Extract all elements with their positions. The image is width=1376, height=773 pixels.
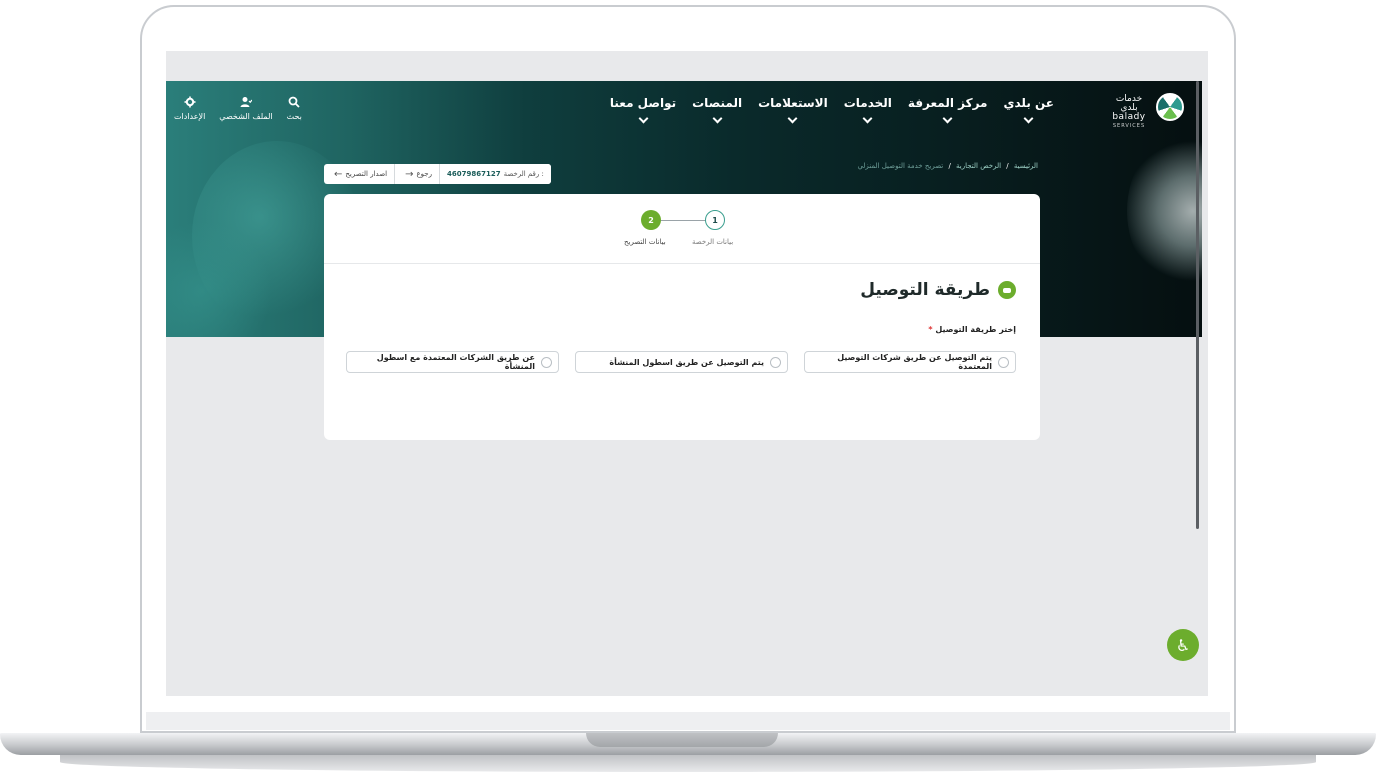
field-label-text: إختر طريقة التوصيل xyxy=(935,325,1016,334)
delivery-icon xyxy=(998,281,1016,299)
option-companies-with-fleet[interactable]: عن طريق الشركات المعتمدة مع اسطول المنشأ… xyxy=(346,351,559,373)
laptop-bezel-bottom xyxy=(146,712,1230,730)
menu-item-services[interactable]: الخدمات xyxy=(843,96,892,124)
balady-logo-text[interactable]: خدمات بلدي balady SERVICES xyxy=(1108,95,1150,131)
breadcrumb-separator: / xyxy=(1006,162,1009,170)
palm-decoration-right xyxy=(1127,136,1202,286)
issue-permit-label: اصدار التصريح xyxy=(345,170,388,178)
action-bar: ← اصدار التصريح → رجوع 46079867127 رقم ا… xyxy=(324,164,551,184)
menu-item-platforms[interactable]: المنصات xyxy=(692,96,743,124)
breadcrumb-current: تصريح خدمة التوصيل المنزلي xyxy=(857,162,944,170)
radio-button[interactable] xyxy=(541,356,552,368)
section-header: طريقة التوصيل xyxy=(860,280,1016,300)
screen: خدمات بلدي balady SERVICES عن بلدي مركز … xyxy=(166,51,1208,696)
settings-label: الإعدادات xyxy=(174,112,206,121)
section-title: طريقة التوصيل xyxy=(860,280,990,300)
step-2-indicator[interactable]: 2 xyxy=(641,210,661,230)
menu-label: الخدمات xyxy=(843,96,892,110)
laptop-notch xyxy=(586,733,778,747)
option-label: عن طريق الشركات المعتمدة مع اسطول المنشأ… xyxy=(376,353,535,371)
step-number: 2 xyxy=(648,215,654,225)
logo-services: SERVICES xyxy=(1112,123,1146,129)
profile-button[interactable]: الملف الشخصي xyxy=(219,96,273,121)
breadcrumb-home[interactable]: الرئيسية xyxy=(1014,162,1038,170)
arrow-right-icon: → xyxy=(405,168,414,180)
logo-arabic: خدمات بلدي xyxy=(1115,94,1143,113)
search-icon xyxy=(288,96,300,108)
search-button[interactable]: بحث xyxy=(287,96,302,121)
step-1-label: بيانات الرخصة xyxy=(692,238,734,246)
breadcrumb-commercial-licenses[interactable]: الرخص التجارية xyxy=(956,162,1001,170)
license-number-value: 46079867127 xyxy=(447,170,501,178)
back-button[interactable]: → رجوع xyxy=(394,164,439,184)
user-icon xyxy=(240,97,252,107)
search-label: بحث xyxy=(286,112,302,121)
menu-item-inquiries[interactable]: الاستعلامات xyxy=(758,96,828,124)
option-approved-delivery-companies[interactable]: يتم التوصيل عن طريق شركات التوصيل المعتم… xyxy=(804,351,1016,373)
arrow-left-icon: ← xyxy=(334,168,343,180)
form-card: 1 2 بيانات الرخصة بيانات التصريح طريقة ا… xyxy=(324,194,1040,440)
delivery-method-label: إختر طريقة التوصيل * xyxy=(928,325,1016,334)
main-menu: عن بلدي مركز المعرفة الخدمات الاستعلامات… xyxy=(609,96,1054,124)
chevron-down-icon xyxy=(942,113,953,124)
menu-label: الاستعلامات xyxy=(758,96,828,110)
menu-label: عن بلدي xyxy=(1003,96,1054,110)
settings-button[interactable]: الإعدادات xyxy=(174,96,205,121)
header-tools: الإعدادات الملف الشخصي بحث xyxy=(174,96,302,121)
menu-item-about[interactable]: عن بلدي xyxy=(1003,96,1054,124)
option-establishment-fleet[interactable]: يتم التوصيل عن طريق اسطول المنشأة xyxy=(575,351,788,373)
radio-button[interactable] xyxy=(770,356,781,368)
logo-english: balady xyxy=(1112,112,1146,122)
step-1-indicator[interactable]: 1 xyxy=(705,210,725,230)
issue-permit-button[interactable]: ← اصدار التصريح xyxy=(324,164,394,184)
balady-logo-icon[interactable] xyxy=(1156,93,1184,121)
browser-viewport: خدمات بلدي balady SERVICES عن بلدي مركز … xyxy=(166,81,1202,668)
top-navigation: خدمات بلدي balady SERVICES عن بلدي مركز … xyxy=(166,81,1202,137)
chevron-down-icon xyxy=(787,113,798,124)
accessibility-button[interactable]: ♿ xyxy=(1167,629,1199,661)
license-number-badge: 46079867127 رقم الرخصة : xyxy=(439,164,551,184)
license-number-label: رقم الرخصة : xyxy=(503,170,544,178)
chevron-down-icon xyxy=(638,113,648,124)
profile-label: الملف الشخصي xyxy=(219,112,273,121)
gear-icon xyxy=(184,96,196,108)
radio-button[interactable] xyxy=(998,356,1009,368)
menu-label: تواصل معنا xyxy=(609,96,677,110)
laptop-shadow xyxy=(60,752,1316,772)
chevron-down-icon xyxy=(862,113,873,124)
stepper: 1 2 بيانات الرخصة بيانات التصريح xyxy=(324,210,1040,270)
chevron-down-icon xyxy=(712,113,723,124)
page-scrollbar[interactable] xyxy=(1196,81,1199,529)
menu-item-knowledge-center[interactable]: مركز المعرفة xyxy=(907,96,988,124)
delivery-method-options: يتم التوصيل عن طريق شركات التوصيل المعتم… xyxy=(346,351,1016,373)
accessibility-icon: ♿ xyxy=(1175,635,1191,655)
card-divider xyxy=(324,263,1040,264)
menu-label: مركز المعرفة xyxy=(907,96,988,110)
step-2-label: بيانات التصريح xyxy=(624,238,666,246)
back-label: رجوع xyxy=(416,170,432,178)
chevron-down-icon xyxy=(1023,113,1034,124)
option-label: يتم التوصيل عن طريق شركات التوصيل المعتم… xyxy=(837,353,992,371)
menu-item-contact[interactable]: تواصل معنا xyxy=(609,96,677,124)
breadcrumb-separator: / xyxy=(948,162,951,170)
breadcrumb: الرئيسية / الرخص التجارية / تصريح خدمة ا… xyxy=(857,162,1038,170)
step-number: 1 xyxy=(712,215,718,225)
menu-label: المنصات xyxy=(692,96,743,110)
required-mark: * xyxy=(928,325,933,334)
stepper-connector xyxy=(660,220,710,221)
option-label: يتم التوصيل عن طريق اسطول المنشأة xyxy=(609,357,764,367)
